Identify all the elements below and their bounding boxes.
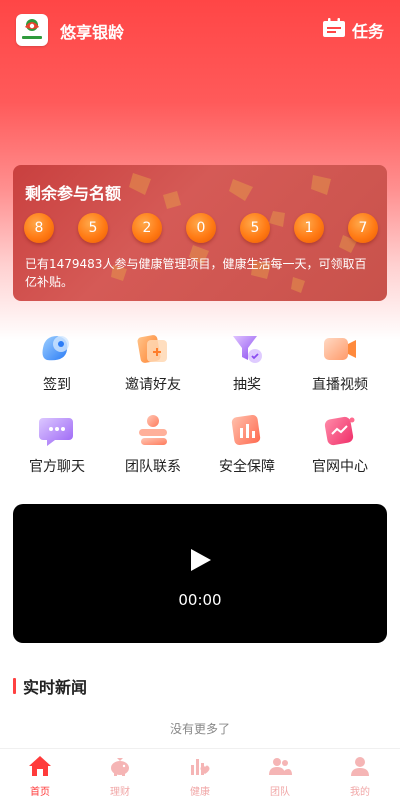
bottom-tab-bar: 首页 理财 健康 团队 我的 (0, 748, 400, 801)
website-icon (320, 412, 360, 448)
official-chat-label: 官方聊天 (29, 459, 85, 475)
quota-counter: 8 5 2 0 5 1 7 (24, 213, 380, 243)
counter-digit: 5 (78, 213, 108, 243)
video-player[interactable]: 00:00 (13, 504, 387, 643)
quota-title: 剩余参与名额 (25, 184, 122, 203)
invite-friends-button[interactable]: 邀请好友 (108, 330, 198, 394)
news-section-header: 实时新闻 (13, 676, 88, 697)
checkin-label: 签到 (43, 377, 71, 393)
lottery-icon (227, 330, 267, 366)
invite-icon (133, 330, 173, 366)
no-more-text: 没有更多了 (169, 722, 230, 736)
security-label: 安全保障 (219, 459, 275, 475)
section-accent-bar (13, 678, 16, 694)
lottery-button[interactable]: 抽奖 (202, 330, 292, 394)
tab-team-label: 团队 (270, 787, 290, 798)
live-video-label: 直播视频 (312, 377, 368, 393)
health-icon (188, 759, 212, 781)
app-header: 悠享银龄 任务 (0, 0, 400, 60)
lottery-label: 抽奖 (233, 377, 261, 393)
counter-digit: 7 (348, 213, 378, 243)
official-chat-button[interactable]: 官方聊天 (12, 412, 102, 476)
app-title: 悠享银龄 (60, 23, 125, 42)
website-center-button[interactable]: 官网中心 (295, 412, 385, 476)
live-video-button[interactable]: 直播视频 (295, 330, 385, 394)
security-button[interactable]: 安全保障 (202, 412, 292, 476)
quota-description: 已有1479483人参与健康管理项目，健康生活每一天，可领取百亿补贴。 (25, 257, 367, 289)
team-contact-label: 团队联系 (125, 459, 181, 475)
app-logo (16, 14, 48, 46)
news-title: 实时新闻 (23, 678, 88, 697)
task-label: 任务 (351, 22, 384, 41)
tab-finance-label: 理财 (110, 787, 130, 798)
tab-home[interactable]: 首页 (0, 755, 80, 798)
profile-icon (348, 757, 372, 781)
tab-home-label: 首页 (30, 787, 50, 798)
tab-finance[interactable]: 理财 (80, 755, 160, 798)
chat-icon (37, 412, 77, 448)
video-time: 00:00 (178, 591, 222, 609)
task-button[interactable]: 任务 (322, 17, 384, 43)
security-icon (227, 412, 267, 448)
website-center-label: 官网中心 (312, 459, 368, 475)
invite-friends-label: 邀请好友 (125, 377, 181, 393)
home-icon (28, 756, 52, 781)
tab-health[interactable]: 健康 (160, 755, 240, 798)
counter-digit: 2 (132, 213, 162, 243)
checkin-icon (37, 330, 77, 366)
tab-health-label: 健康 (190, 787, 210, 798)
counter-digit: 0 (186, 213, 216, 243)
calendar-icon (322, 18, 346, 42)
tab-team[interactable]: 团队 (240, 755, 320, 798)
tab-profile-label: 我的 (350, 787, 370, 798)
counter-digit: 1 (294, 213, 324, 243)
live-video-icon (320, 330, 360, 366)
play-icon[interactable] (190, 548, 212, 576)
team-contact-button[interactable]: 团队联系 (108, 412, 198, 476)
tab-profile[interactable]: 我的 (320, 755, 400, 798)
checkin-button[interactable]: 签到 (12, 330, 102, 394)
piggy-bank-icon (108, 758, 132, 781)
team-icon (268, 758, 292, 781)
counter-digit: 8 (24, 213, 54, 243)
team-contact-icon (133, 412, 173, 448)
counter-digit: 5 (240, 213, 270, 243)
quota-card: 剩余参与名额 8 5 2 0 5 1 7 已有1479483人参与健康管理项目，… (13, 165, 387, 301)
